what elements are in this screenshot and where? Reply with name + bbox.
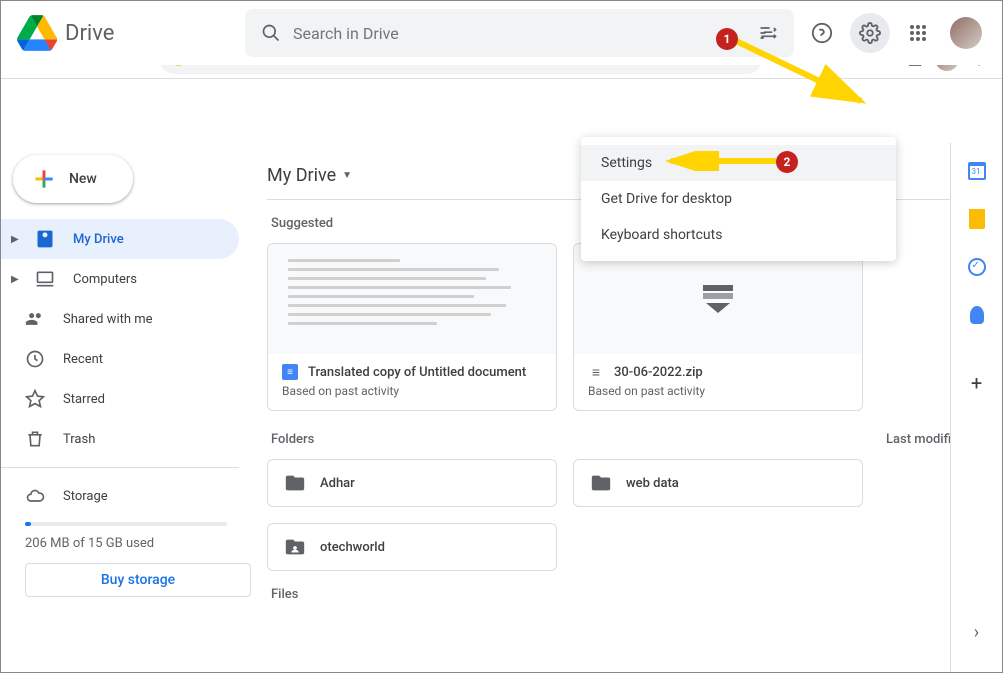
calendar-icon[interactable] (957, 151, 997, 191)
buy-storage-button[interactable]: Buy storage (25, 563, 251, 597)
settings-gear-button[interactable] (850, 13, 890, 53)
folders-row: Adhar web data otechworld (267, 459, 978, 571)
sidebar-item-recent[interactable]: Recent (1, 339, 239, 379)
file-subtitle: Based on past activity (588, 384, 848, 398)
sidebar-item-label: Storage (63, 489, 108, 504)
storage-used-text: 206 MB of 15 GB used (25, 536, 251, 551)
help-button[interactable] (802, 13, 842, 53)
doc-preview (268, 244, 556, 354)
sidebar-item-shared[interactable]: Shared with me (1, 299, 239, 339)
suggested-card[interactable]: ≡ 30-06-2022.zip Based on past activity (573, 243, 863, 411)
collapse-panel-icon[interactable]: › (957, 612, 997, 652)
people-icon (25, 309, 45, 329)
cloud-icon (25, 486, 45, 506)
sidebar-item-label: Recent (63, 352, 103, 367)
tasks-icon[interactable] (957, 247, 997, 287)
contacts-icon[interactable] (957, 295, 997, 335)
sidebar-item-label: Starred (63, 392, 105, 407)
search-bar[interactable] (245, 9, 794, 57)
trash-icon (25, 429, 45, 449)
side-panel: + › (950, 143, 1002, 672)
sidebar-item-label: My Drive (73, 232, 124, 247)
search-filter-icon[interactable] (758, 23, 778, 43)
caret-icon[interactable]: ▶ (11, 234, 19, 245)
folder-card[interactable]: Adhar (267, 459, 557, 507)
docs-icon: ≡ (282, 364, 298, 380)
new-button[interactable]: New (13, 155, 133, 203)
sidebar-item-computers[interactable]: ▶ Computers (1, 259, 239, 299)
menu-item-shortcuts[interactable]: Keyboard shortcuts (581, 217, 896, 253)
sidebar-item-label: Shared with me (63, 312, 153, 327)
sidebar-item-label: Trash (63, 432, 95, 447)
apps-grid-button[interactable] (898, 13, 938, 53)
files-header: Files (271, 587, 978, 602)
zip-icon: ≡ (588, 364, 604, 380)
folder-icon (284, 472, 306, 494)
suggested-card[interactable]: ≡ Translated copy of Untitled document B… (267, 243, 557, 411)
app-header: Drive (1, 1, 1002, 65)
location-title[interactable]: My Drive (267, 165, 336, 186)
menu-item-get-desktop[interactable]: Get Drive for desktop (581, 181, 896, 217)
folder-name: Adhar (320, 476, 355, 491)
addons-plus-icon[interactable]: + (957, 363, 997, 403)
keep-icon[interactable] (957, 199, 997, 239)
folder-name: otechworld (320, 540, 385, 555)
account-avatar[interactable] (946, 13, 986, 53)
computer-icon (35, 269, 55, 289)
sidebar-item-starred[interactable]: Starred (1, 379, 239, 419)
plus-icon (31, 166, 57, 192)
suggested-row: ≡ Translated copy of Untitled document B… (267, 243, 978, 411)
sidebar-item-label: Computers (73, 272, 137, 287)
folder-card[interactable]: otechworld (267, 523, 557, 571)
annotation-badge-1: 1 (716, 28, 738, 50)
drive-icon (35, 229, 55, 249)
chevron-down-icon[interactable]: ▼ (342, 170, 352, 181)
caret-icon[interactable]: ▶ (11, 274, 19, 285)
shared-folder-icon (284, 536, 306, 558)
file-subtitle: Based on past activity (282, 384, 542, 398)
menu-item-settings[interactable]: Settings (581, 145, 896, 181)
search-icon (261, 23, 281, 43)
app-name: Drive (65, 21, 114, 46)
new-button-label: New (69, 171, 97, 187)
drive-logo[interactable]: Drive (17, 13, 237, 53)
annotation-badge-2: 2 (776, 151, 798, 173)
sidebar-item-storage[interactable]: Storage (1, 476, 239, 516)
storage-bar (25, 522, 227, 526)
settings-menu: Settings Get Drive for desktop Keyboard … (581, 137, 896, 261)
folder-card[interactable]: web data (573, 459, 863, 507)
folder-icon (590, 472, 612, 494)
sidebar-separator (1, 467, 239, 468)
sidebar-item-trash[interactable]: Trash (1, 419, 239, 459)
folder-name: web data (626, 476, 679, 491)
sidebar: New ▶ My Drive ▶ Computers Shared with m… (1, 79, 251, 672)
file-title: Translated copy of Untitled document (308, 365, 526, 380)
search-input[interactable] (293, 24, 746, 43)
folders-header: Folders Last modified ↓ (271, 431, 978, 447)
star-icon (25, 389, 45, 409)
file-title: 30-06-2022.zip (614, 365, 703, 380)
sidebar-item-mydrive[interactable]: ▶ My Drive (1, 219, 239, 259)
clock-icon (25, 349, 45, 369)
drive-logo-icon (17, 13, 57, 53)
